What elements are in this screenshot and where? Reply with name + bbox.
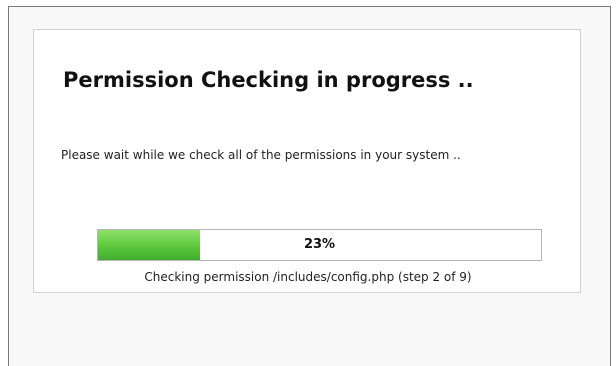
permission-check-panel: Permission Checking in progress .. Pleas…	[33, 29, 581, 293]
progress-status-text: Checking permission /includes/config.php…	[144, 270, 472, 284]
progress-bar: 23%	[97, 229, 542, 261]
page-title: Permission Checking in progress ..	[63, 68, 474, 92]
window-frame: Permission Checking in progress .. Pleas…	[8, 6, 611, 366]
progress-percentage: 23%	[303, 237, 336, 252]
wait-message: Please wait while we check all of the pe…	[61, 148, 461, 162]
